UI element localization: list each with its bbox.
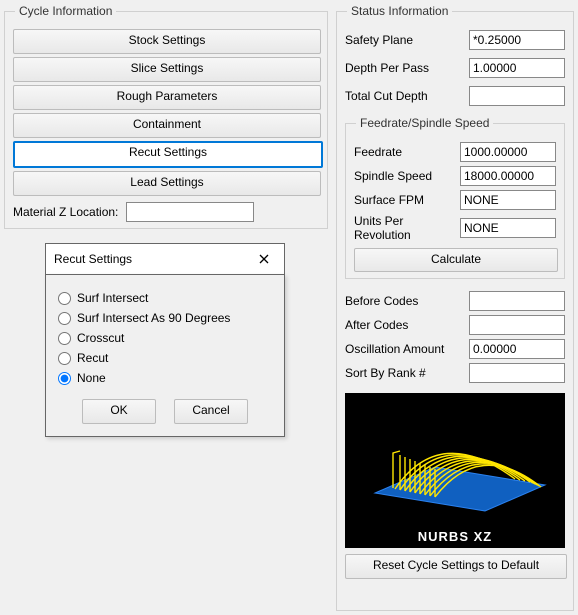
units-per-rev-input[interactable]	[460, 218, 556, 238]
material-z-input[interactable]	[126, 202, 254, 222]
sort-by-rank-input[interactable]	[469, 363, 565, 383]
rough-parameters-button[interactable]: Rough Parameters	[13, 85, 321, 110]
radio-crosscut[interactable]: Crosscut	[58, 331, 272, 345]
radio-surf-intersect-label: Surf Intersect	[77, 291, 148, 305]
radio-surf-intersect[interactable]: Surf Intersect	[58, 291, 272, 305]
ok-button[interactable]: OK	[82, 399, 156, 424]
radio-surf-intersect-90[interactable]: Surf Intersect As 90 Degrees	[58, 311, 272, 325]
radio-none[interactable]: None	[58, 371, 272, 385]
cycle-info-group: Cycle Information Stock Settings Slice S…	[4, 4, 328, 229]
recut-settings-button[interactable]: Recut Settings	[13, 141, 323, 168]
units-per-rev-label: Units Per Revolution	[354, 214, 460, 242]
thumbnail-caption: NURBS XZ	[345, 529, 565, 544]
material-z-label: Material Z Location:	[13, 205, 118, 219]
radio-none-input[interactable]	[58, 372, 71, 385]
sort-by-rank-label: Sort By Rank #	[345, 366, 469, 380]
radio-surf-intersect-90-input[interactable]	[58, 312, 71, 325]
safety-plane-label: Safety Plane	[345, 33, 469, 47]
status-info-legend: Status Information	[347, 4, 452, 18]
safety-plane-input[interactable]	[469, 30, 565, 50]
close-icon[interactable]	[252, 248, 276, 270]
calculate-button[interactable]: Calculate	[354, 248, 558, 272]
feedrate-spindle-legend: Feedrate/Spindle Speed	[356, 116, 493, 130]
recut-settings-dialog: Recut Settings Surf Intersect Surf Inter…	[45, 243, 285, 437]
feedrate-input[interactable]	[460, 142, 556, 162]
spindle-speed-input[interactable]	[460, 166, 556, 186]
slice-settings-button[interactable]: Slice Settings	[13, 57, 321, 82]
oscillation-amount-label: Oscillation Amount	[345, 342, 469, 356]
containment-button[interactable]: Containment	[13, 113, 321, 138]
spindle-speed-label: Spindle Speed	[354, 169, 460, 183]
stock-settings-button[interactable]: Stock Settings	[13, 29, 321, 54]
nurbs-xz-preview-icon	[345, 393, 565, 521]
radio-recut[interactable]: Recut	[58, 351, 272, 365]
reset-cycle-settings-button[interactable]: Reset Cycle Settings to Default	[345, 554, 567, 579]
after-codes-input[interactable]	[469, 315, 565, 335]
radio-surf-intersect-90-label: Surf Intersect As 90 Degrees	[77, 311, 230, 325]
before-codes-label: Before Codes	[345, 294, 469, 308]
cycle-info-legend: Cycle Information	[15, 4, 116, 18]
surface-fpm-input[interactable]	[460, 190, 556, 210]
oscillation-amount-input[interactable]	[469, 339, 565, 359]
surface-fpm-label: Surface FPM	[354, 193, 460, 207]
depth-per-pass-label: Depth Per Pass	[345, 61, 469, 75]
feedrate-label: Feedrate	[354, 145, 460, 159]
after-codes-label: After Codes	[345, 318, 469, 332]
dialog-titlebar[interactable]: Recut Settings	[45, 243, 285, 274]
radio-none-label: None	[77, 371, 106, 385]
feedrate-spindle-group: Feedrate/Spindle Speed Feedrate Spindle …	[345, 116, 565, 279]
preview-thumbnail: NURBS XZ	[345, 393, 565, 548]
lead-settings-button[interactable]: Lead Settings	[13, 171, 321, 196]
dialog-title: Recut Settings	[54, 252, 252, 266]
radio-crosscut-input[interactable]	[58, 332, 71, 345]
cancel-button[interactable]: Cancel	[174, 399, 248, 424]
radio-crosscut-label: Crosscut	[77, 331, 124, 345]
radio-surf-intersect-input[interactable]	[58, 292, 71, 305]
radio-recut-input[interactable]	[58, 352, 71, 365]
total-cut-depth-label: Total Cut Depth	[345, 89, 469, 103]
radio-recut-label: Recut	[77, 351, 108, 365]
status-info-group: Status Information Safety Plane Depth Pe…	[336, 4, 574, 611]
before-codes-input[interactable]	[469, 291, 565, 311]
depth-per-pass-input[interactable]	[469, 58, 565, 78]
total-cut-depth-input[interactable]	[469, 86, 565, 106]
